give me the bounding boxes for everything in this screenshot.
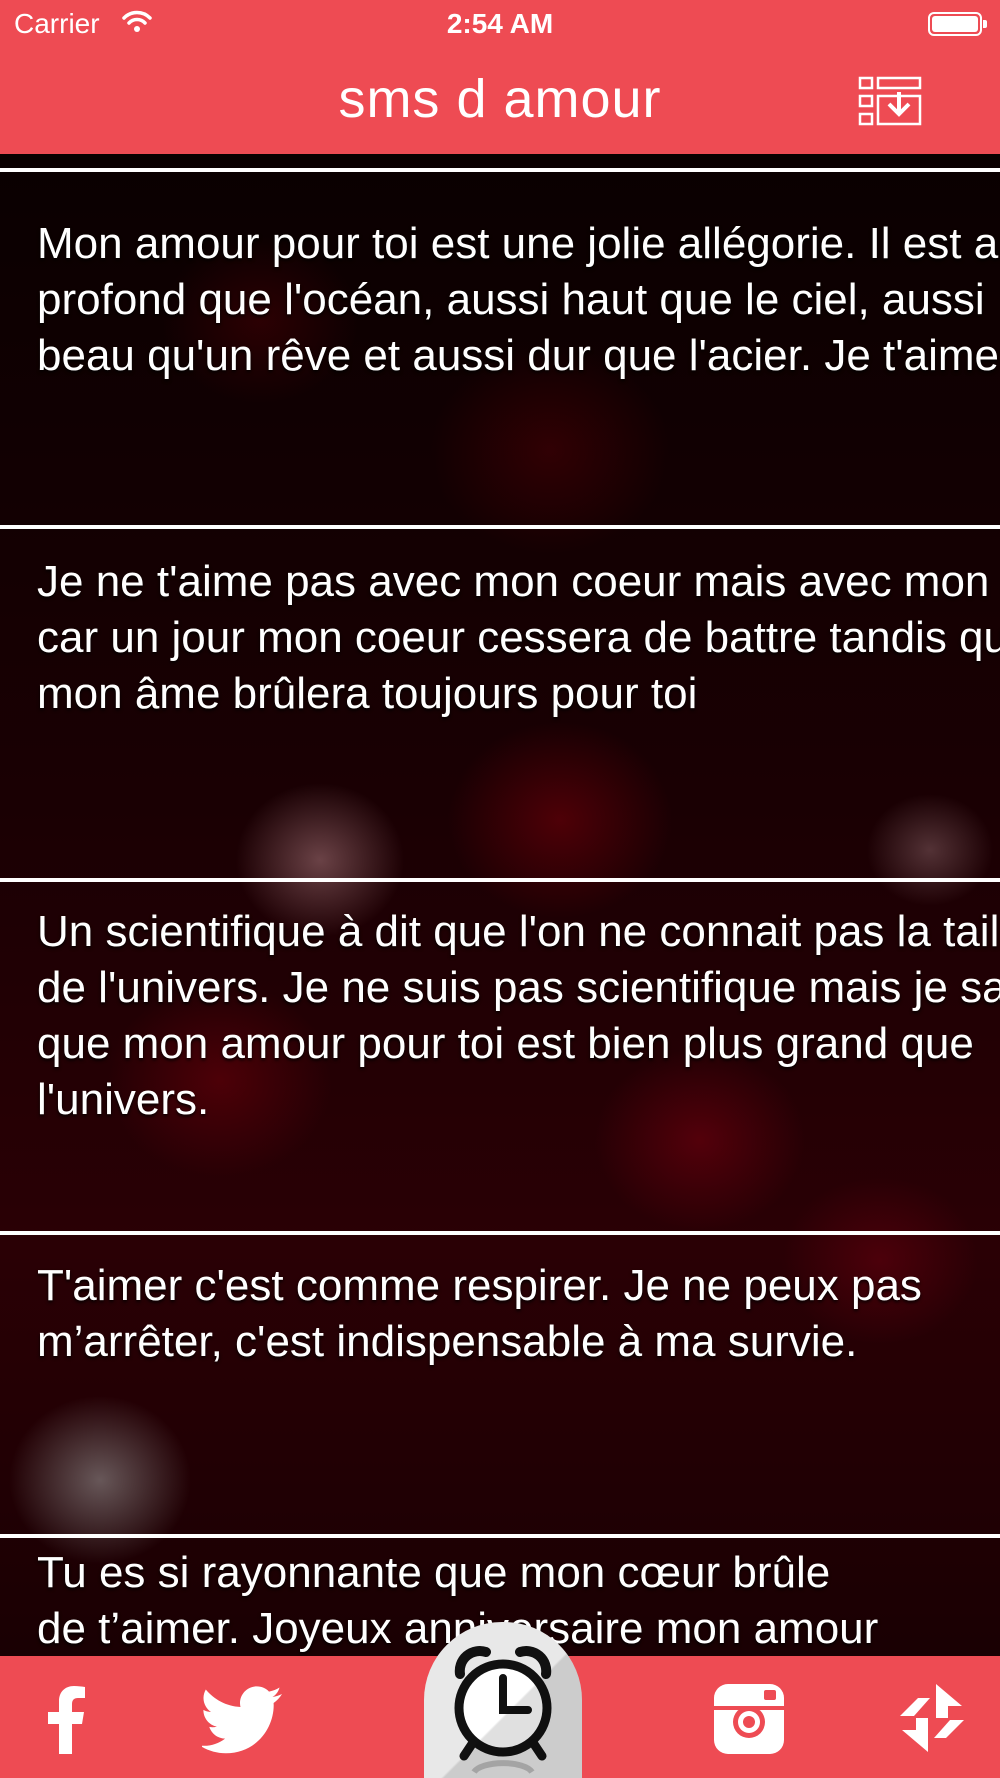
message-list[interactable]: Mon amour pour toi est une jolie allégor… bbox=[0, 154, 1000, 1656]
download-list-icon[interactable] bbox=[858, 76, 922, 128]
share-icon[interactable] bbox=[896, 1682, 968, 1759]
twitter-icon[interactable] bbox=[200, 1686, 284, 1759]
list-item[interactable]: Mon amour pour toi est une jolie allégor… bbox=[0, 172, 1000, 507]
nav-bar: sms d amour bbox=[0, 50, 1000, 154]
message-text: Un scientifique à dit que l'on ne connai… bbox=[37, 907, 1000, 1124]
message-text: Mon amour pour toi est une jolie allégor… bbox=[37, 219, 1000, 380]
list-item[interactable]: Je ne t'aime pas avec mon coeur mais ave… bbox=[0, 529, 1000, 878]
status-time: 2:54 AM bbox=[446, 8, 554, 39]
message-text: T'aimer c'est comme respirer. Je ne peux… bbox=[37, 1261, 922, 1366]
facebook-icon[interactable] bbox=[44, 1686, 88, 1759]
list-item[interactable]: Un scientifique à dit que l'on ne connai… bbox=[0, 882, 1000, 1231]
battery-icon bbox=[928, 12, 987, 36]
instagram-icon[interactable] bbox=[714, 1684, 784, 1759]
status-bar: Carrier 2:54 AM bbox=[0, 0, 1000, 50]
message-text: Je ne t'aime pas avec mon coeur mais ave… bbox=[37, 557, 1000, 718]
alarm-clock-icon[interactable] bbox=[424, 1622, 582, 1778]
page-title: sms d amour bbox=[338, 69, 662, 129]
